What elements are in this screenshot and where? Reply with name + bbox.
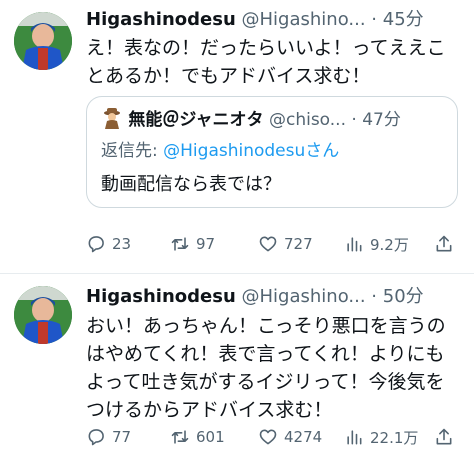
tweet-text: おい！あっちゃん！こっそり悪口を言うのはやめてくれ！表で言ってくれ！よりにもよっ…	[86, 315, 446, 421]
share-icon	[436, 235, 452, 252]
separator-dot: ·	[351, 110, 357, 130]
quote-tweet[interactable]: 無能＠ジャニオタ @chiso... · 47分 返信先: @Higashino…	[86, 96, 458, 208]
detective-emoji-icon	[104, 108, 120, 129]
separator-dot: ·	[371, 9, 378, 30]
avatar-image	[14, 12, 72, 70]
action-bar: 77 601 4274 22.1万	[86, 424, 458, 450]
like-icon	[259, 236, 277, 252]
views-button[interactable]: 22.1万	[344, 424, 418, 450]
views-icon	[347, 430, 362, 445]
reply-icon	[88, 429, 104, 446]
action-bar: 23 97 727 9.2万	[86, 231, 458, 257]
quote-timestamp[interactable]: 47分	[362, 110, 401, 130]
retweet-count: 601	[196, 428, 225, 446]
reply-context: 返信先: @Higashinodesuさん	[101, 137, 339, 165]
like-count: 727	[284, 235, 313, 253]
display-name[interactable]: Higashinodesu	[86, 9, 236, 30]
reply-mention-link[interactable]: @Higashinodesu	[163, 141, 305, 161]
quote-handle[interactable]: @chiso...	[269, 110, 346, 130]
reply-count: 77	[112, 428, 132, 446]
timestamp[interactable]: 45分	[383, 9, 424, 30]
tweet-header: Higashinodesu @Higashino... · 50分	[86, 282, 466, 312]
retweet-icon	[171, 430, 189, 444]
quote-header: 無能＠ジャニオタ @chiso... · 47分	[101, 105, 441, 135]
quote-display-name[interactable]: 無能＠ジャニオタ	[128, 110, 263, 130]
handle[interactable]: @Higashino...	[242, 9, 366, 30]
like-icon	[259, 429, 277, 445]
avatar-image	[14, 286, 72, 344]
display-name[interactable]: Higashinodesu	[86, 286, 236, 307]
quote-text: 動画配信なら表では？	[101, 174, 281, 195]
view-count: 22.1万	[370, 428, 419, 447]
share-icon	[436, 428, 452, 445]
reply-suffix: さん	[305, 141, 340, 161]
retweet-button[interactable]: 601	[170, 424, 225, 450]
reply-button[interactable]: 77	[86, 424, 131, 450]
like-button[interactable]: 4274	[258, 424, 322, 450]
reply-count: 23	[112, 235, 132, 253]
avatar[interactable]	[14, 12, 72, 70]
reply-button[interactable]: 23	[86, 231, 131, 257]
handle[interactable]: @Higashino...	[242, 286, 366, 307]
retweet-count: 97	[196, 235, 216, 253]
like-count: 4274	[284, 428, 323, 446]
retweet-icon	[171, 237, 189, 251]
views-icon	[347, 237, 362, 252]
view-count: 9.2万	[370, 235, 409, 254]
views-button[interactable]: 9.2万	[344, 231, 409, 257]
separator-dot: ·	[371, 286, 378, 307]
retweet-button[interactable]: 97	[170, 231, 215, 257]
share-button[interactable]	[434, 231, 454, 257]
tweet[interactable]: Higashinodesu @Higashino... · 45分 え！表なの！…	[0, 0, 474, 273]
reply-icon	[88, 236, 104, 253]
like-button[interactable]: 727	[258, 231, 313, 257]
tweet[interactable]: Higashinodesu @Higashino... · 50分 おい！あっち…	[0, 274, 474, 462]
tweet-header: Higashinodesu @Higashino... · 45分	[86, 5, 466, 35]
timestamp[interactable]: 50分	[383, 286, 424, 307]
reply-prefix: 返信先:	[101, 141, 164, 161]
avatar[interactable]	[14, 286, 72, 344]
tweet-text: え！表なの！だったらいいよ！ってええことあるか！でもアドバイス求む！	[86, 37, 446, 87]
share-button[interactable]	[434, 424, 454, 450]
